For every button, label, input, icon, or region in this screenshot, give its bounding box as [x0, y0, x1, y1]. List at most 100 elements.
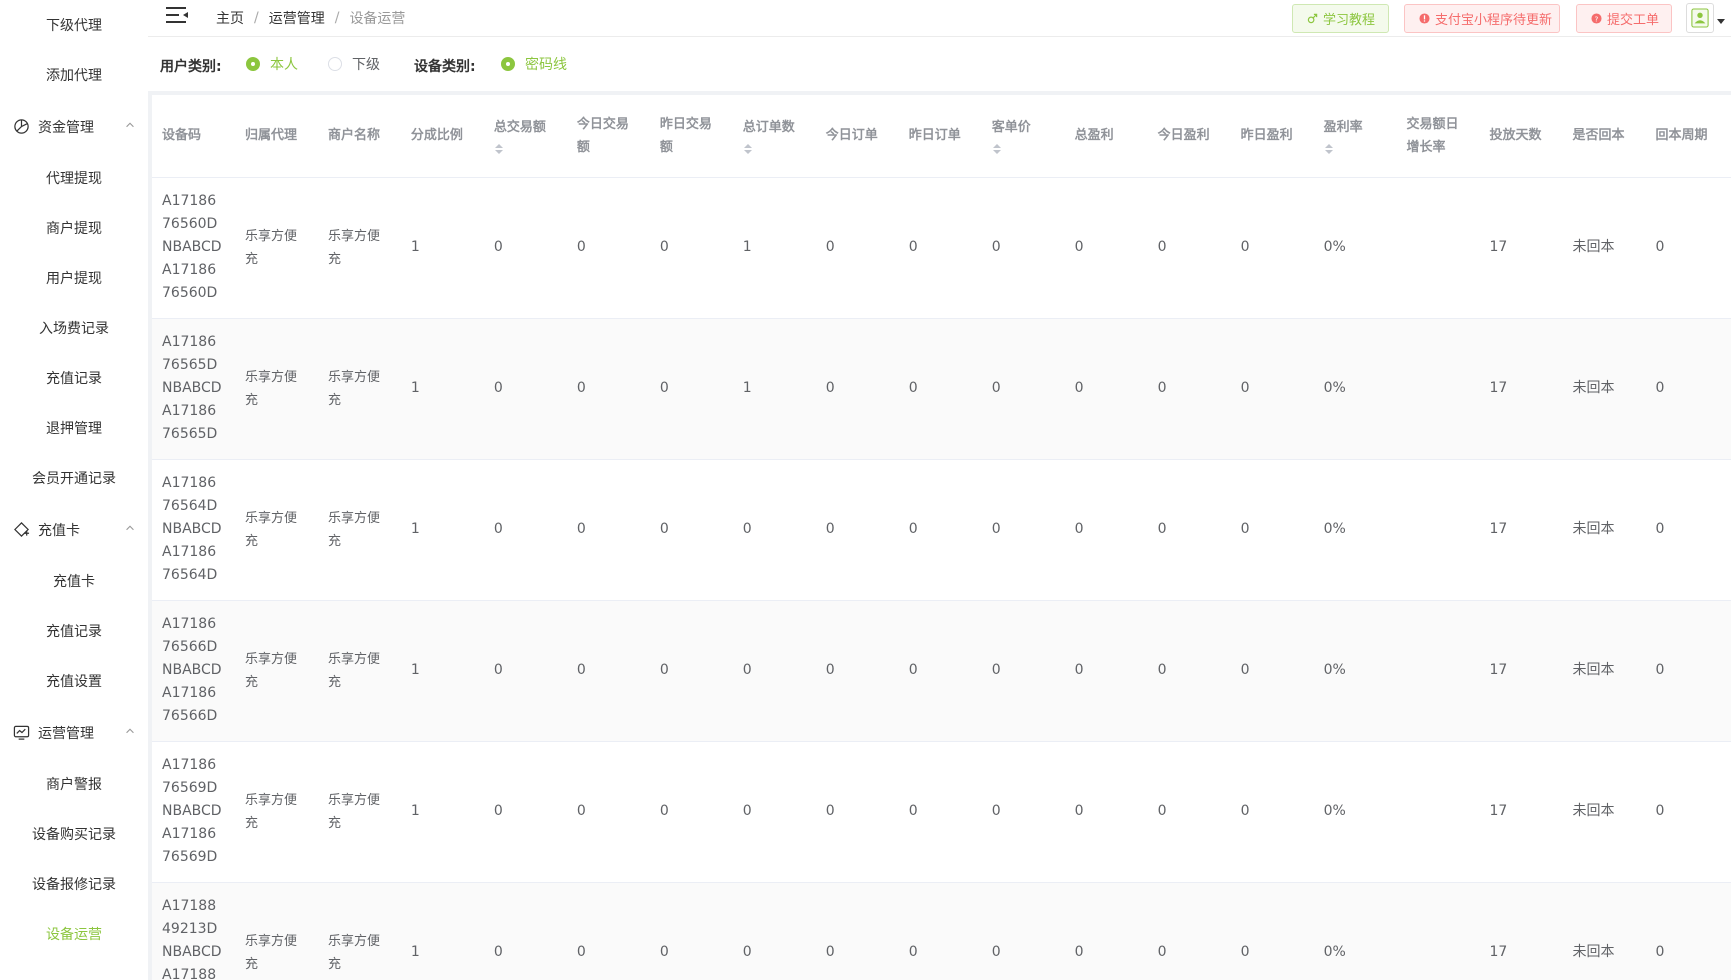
avatar-dropdown-icon[interactable] — [1717, 19, 1725, 24]
sidebar-item-0[interactable]: 下级代理 — [0, 0, 148, 50]
sort-icon[interactable] — [743, 141, 753, 155]
sidebar-item-label: 设备运营 — [46, 927, 102, 943]
table-cell: 0 — [981, 741, 1065, 883]
main-area: 主页 / 运营管理 / 设备运营 学习教程 支付宝小程序待更新 ? 提交工单 用… — [148, 0, 1731, 980]
table-cell: 0 — [1064, 600, 1148, 742]
sidebar-item-15[interactable]: 商户警报 — [0, 759, 148, 809]
user-type-label: 用户类别: — [160, 59, 222, 75]
column-header[interactable]: 总交易额 — [483, 95, 567, 178]
radio-unchecked-icon — [328, 57, 342, 71]
table-cell: 未回本 — [1562, 600, 1646, 742]
table-cell: 0 — [483, 600, 567, 742]
sidebar-item-9[interactable]: 会员开通记录 — [0, 453, 148, 503]
menu-toggle-icon[interactable] — [166, 6, 190, 28]
column-header[interactable]: 盈利率 — [1313, 95, 1397, 178]
table-cell: A1718849213D NBABCD A1718849213D — [152, 882, 235, 980]
device-type-radio-password-cable[interactable]: 密码线 — [501, 54, 567, 74]
user-type-radio-self[interactable]: 本人 — [246, 54, 298, 74]
table-cell: 0 — [898, 459, 982, 601]
table-cell: 1 — [400, 882, 484, 980]
avatar[interactable] — [1686, 3, 1714, 33]
alipay-update-button[interactable]: 支付宝小程序待更新 — [1404, 4, 1560, 33]
column-header: 总盈利 — [1064, 95, 1148, 178]
alert-circle-icon — [1419, 13, 1430, 25]
table-cell: 0 — [1064, 741, 1148, 883]
table-cell: 0 — [1645, 318, 1729, 460]
table-cell: 0 — [566, 459, 650, 601]
sidebar-item-label: 设备购买记录 — [32, 827, 116, 843]
learn-tutorial-button[interactable]: 学习教程 — [1292, 4, 1389, 33]
table-cell: 0 — [981, 177, 1065, 319]
table-cell: 0% — [1313, 318, 1397, 460]
user-type-radio-sub[interactable]: 下级 — [328, 54, 380, 74]
sort-icon[interactable] — [992, 141, 1002, 155]
sidebar-item-label: 充值记录 — [46, 624, 102, 640]
question-circle-icon: ? — [1591, 13, 1602, 25]
gender-male-icon — [1307, 13, 1318, 25]
table-cell: 0 — [981, 459, 1065, 601]
table-cell: 17 — [1479, 741, 1563, 883]
sidebar-item-12[interactable]: 充值记录 — [0, 606, 148, 656]
column-header-label: 商户名称 — [327, 128, 380, 144]
topbar: 主页 / 运营管理 / 设备运营 学习教程 支付宝小程序待更新 ? 提交工单 — [148, 0, 1731, 36]
submit-ticket-button[interactable]: ? 提交工单 — [1576, 4, 1672, 33]
sidebar-group-10[interactable]: 充值卡 — [0, 503, 148, 556]
sort-icon[interactable] — [1324, 141, 1334, 155]
sidebar-item-7[interactable]: 充值记录 — [0, 353, 148, 403]
column-header-label: 盈利率 — [1323, 120, 1363, 136]
table-cell: 0 — [1645, 600, 1729, 742]
table-cell — [1396, 459, 1480, 601]
user-type-option-self: 本人 — [270, 57, 298, 73]
table-cell: A1718676565D NBABCD A1718676565D — [152, 318, 235, 460]
sidebar-item-6[interactable]: 入场费记录 — [0, 303, 148, 353]
table-row: A1718676565D NBABCD A1718676565D 乐享方便充 乐享方… — [152, 318, 1731, 460]
chevron-up-icon — [124, 119, 138, 133]
table-cell: 乐享方便充 — [234, 741, 318, 883]
sidebar-item-5[interactable]: 用户提现 — [0, 253, 148, 303]
radio-checked-icon — [246, 57, 260, 71]
column-header: 交易额日增长率 — [1396, 95, 1480, 178]
table-cell: 0 — [483, 318, 567, 460]
column-header: 设备码 — [152, 95, 235, 178]
fund-icon — [12, 118, 30, 136]
table-cell: 0 — [1147, 741, 1231, 883]
sidebar-item-17[interactable]: 设备报修记录 — [0, 859, 148, 909]
column-header-label: 今日交易额 — [576, 116, 629, 155]
table-cell: 0 — [1230, 177, 1314, 319]
breadcrumb-home[interactable]: 主页 — [216, 8, 244, 28]
sidebar-item-8[interactable]: 退押管理 — [0, 403, 148, 453]
chart-icon — [12, 724, 30, 742]
column-header: 昨日订单 — [898, 95, 982, 178]
table-cell: 未回本 — [1562, 741, 1646, 883]
table-cell — [1396, 177, 1480, 319]
column-header[interactable]: 客单价 — [981, 95, 1065, 178]
table-row: A1718676564D NBABCD A1718676564D 乐享方便充 乐享方… — [152, 459, 1731, 601]
column-header-label: 客单价 — [991, 120, 1031, 136]
column-header-label: 归属代理 — [244, 128, 297, 144]
column-header[interactable]: 总订单数 — [732, 95, 816, 178]
table-cell: 0 — [1230, 318, 1314, 460]
sidebar-group-2[interactable]: 资金管理 — [0, 100, 148, 153]
sidebar-item-3[interactable]: 代理提现 — [0, 153, 148, 203]
sidebar-item-16[interactable]: 设备购买记录 — [0, 809, 148, 859]
table-cell — [1396, 741, 1480, 883]
sidebar-item-4[interactable]: 商户提现 — [0, 203, 148, 253]
device-operations-table: 设备码 归属代理 商户名称 分成比例 总交易额 今日交易额 昨日交易额 总订单数 今日订单 昨日订… — [152, 95, 1731, 980]
table-header-row: 设备码 归属代理 商户名称 分成比例 总交易额 今日交易额 昨日交易额 总订单数 今日订单 昨日订… — [152, 95, 1731, 178]
sidebar-item-13[interactable]: 充值设置 — [0, 656, 148, 706]
sidebar-item-label: 代理提现 — [46, 171, 102, 187]
table-cell: 0 — [483, 177, 567, 319]
sidebar-item-18[interactable]: 设备运营 — [0, 909, 148, 959]
sort-icon[interactable] — [494, 141, 504, 155]
sidebar-item-1[interactable]: 添加代理 — [0, 50, 148, 100]
sidebar-group-14[interactable]: 运营管理 — [0, 706, 148, 759]
table-cell: 0 — [1064, 177, 1148, 319]
table-cell: 0 — [566, 318, 650, 460]
sidebar-item-11[interactable]: 充值卡 — [0, 556, 148, 606]
filter-bar: 用户类别: 本人 下级 设备类别: 密码线 — [148, 36, 1731, 91]
table-cell: 0 — [981, 318, 1065, 460]
breadcrumb-operations[interactable]: 运营管理 — [269, 8, 325, 28]
column-header-label: 交易额日增长率 — [1406, 116, 1459, 155]
column-header: 今日订单 — [815, 95, 899, 178]
data-table: 设备码 归属代理 商户名称 分成比例 总交易额 今日交易额 昨日交易额 总订单数 今日订单 昨日订… — [152, 95, 1731, 980]
